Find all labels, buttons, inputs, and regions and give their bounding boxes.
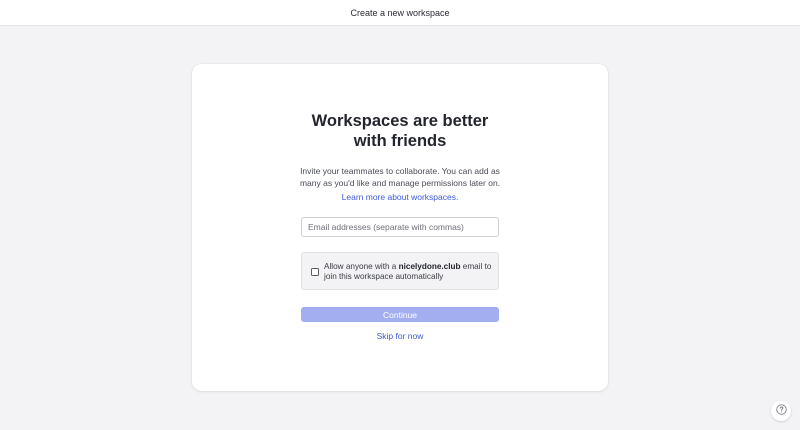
skip-for-now-link[interactable]: Skip for now xyxy=(192,331,608,341)
continue-button[interactable]: Continue xyxy=(301,307,499,322)
card-headline: Workspaces are better with friends xyxy=(192,111,608,151)
invite-card: Workspaces are better with friends Invit… xyxy=(192,64,608,391)
continue-label: Continue xyxy=(382,309,418,320)
allow-domain-checkbox[interactable] xyxy=(311,268,319,276)
learn-more-label: Learn more about workspaces. xyxy=(341,192,459,202)
allow-domain-option: Allow anyone with a nicelydone.club emai… xyxy=(301,252,499,290)
card-subtitle: Invite your teammates to collaborate. Yo… xyxy=(299,166,501,188)
question-circle-icon xyxy=(775,402,787,420)
email-addresses-input[interactable] xyxy=(301,217,499,237)
page-title: Create a new workspace xyxy=(350,7,450,18)
allow-domain-name: nicelydone.club xyxy=(398,262,461,271)
headline-line-2: with friends xyxy=(353,132,447,150)
headline-line-1: Workspaces are better xyxy=(311,112,489,130)
learn-more-link[interactable]: Learn more about workspaces. xyxy=(192,192,608,202)
allow-domain-label: Allow anyone with a nicelydone.club emai… xyxy=(324,262,494,282)
help-button[interactable] xyxy=(771,401,791,421)
allow-text-before: Allow anyone with a xyxy=(324,262,399,271)
skip-label: Skip for now xyxy=(376,331,424,341)
top-bar: Create a new workspace xyxy=(0,0,800,26)
